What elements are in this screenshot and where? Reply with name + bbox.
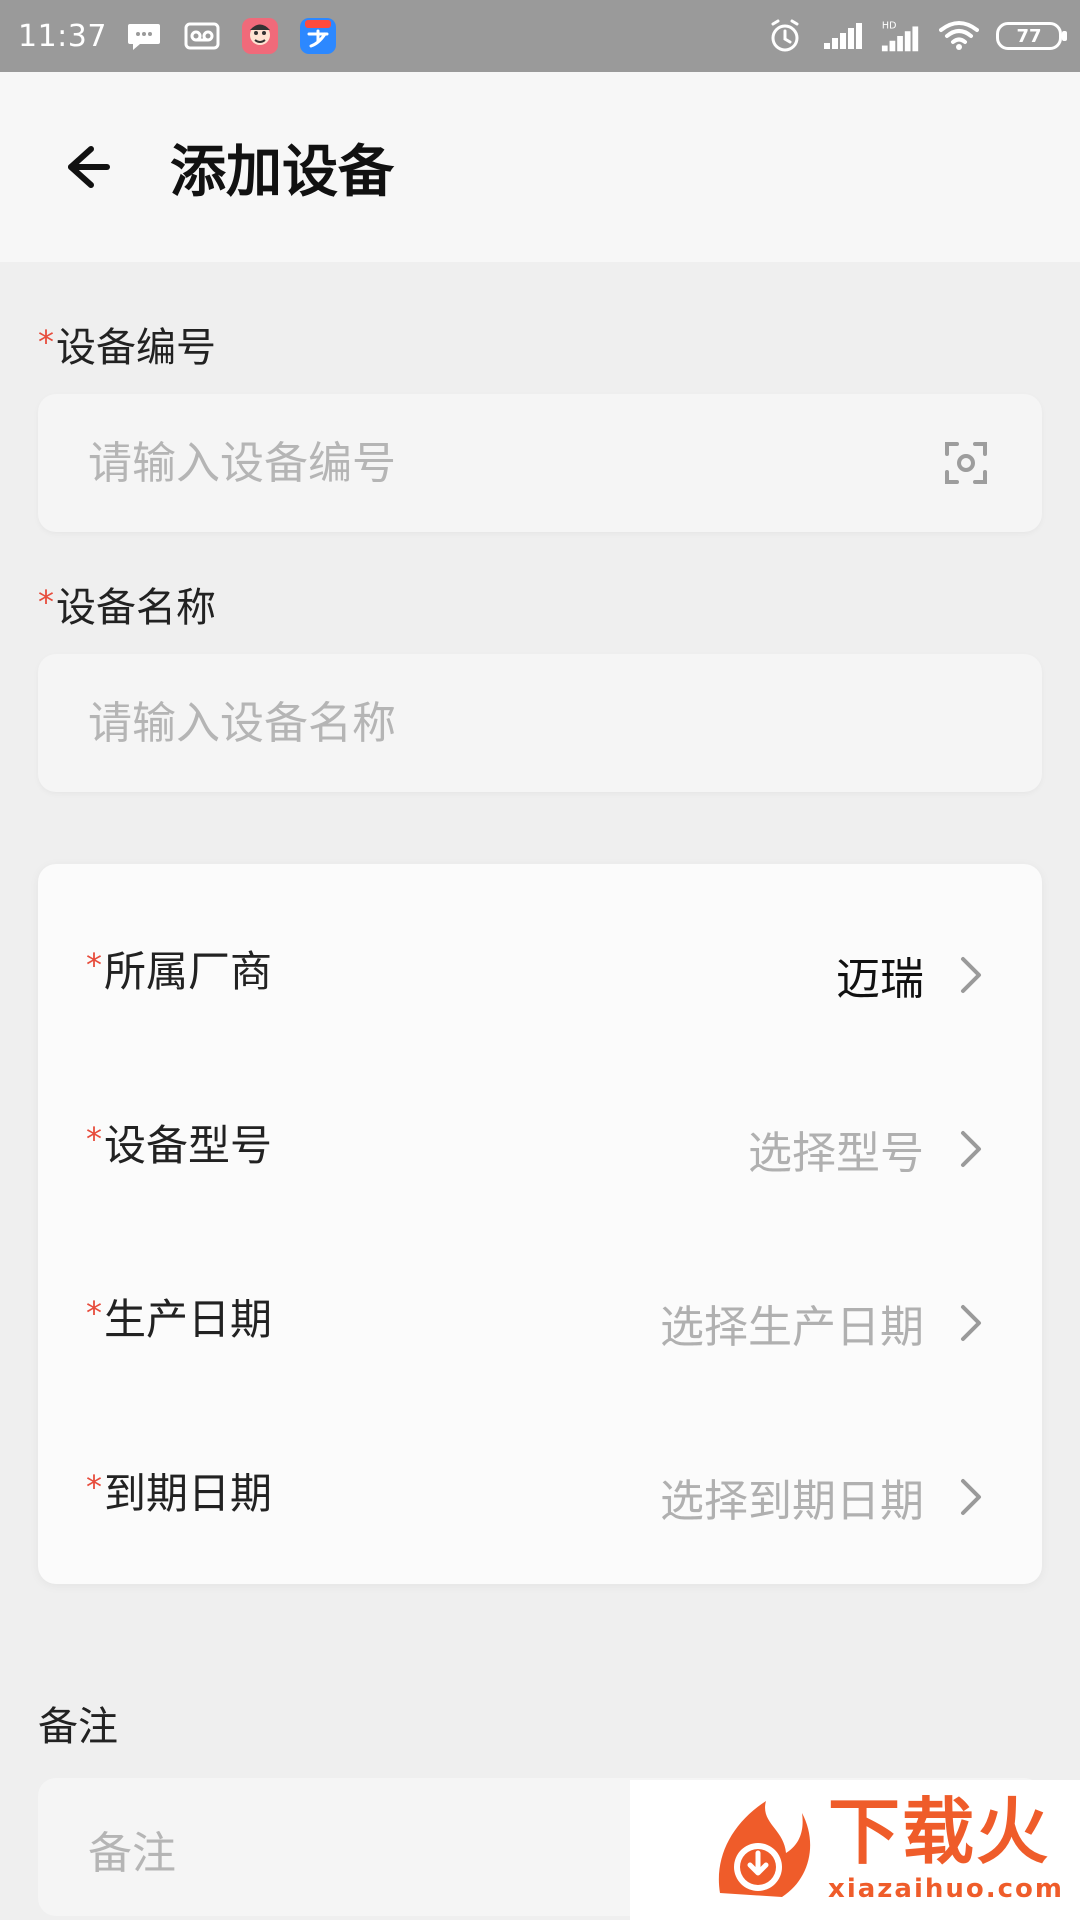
manufacturer-label: * 所属厂商	[86, 946, 273, 996]
flame-logo-icon	[718, 1801, 811, 1897]
alipay-icon	[297, 15, 339, 57]
expiry-date-label: * 到期日期	[86, 1468, 273, 1518]
chevron-right-icon	[958, 1128, 984, 1170]
manufacturer-value-group: 迈瑞	[836, 943, 984, 1007]
status-bar: 11:37 HD 77	[0, 0, 1080, 72]
model-row[interactable]: * 设备型号 选择型号	[86, 1062, 984, 1236]
required-mark: *	[86, 946, 102, 984]
chevron-right-icon	[958, 1302, 984, 1344]
device-number-input[interactable]	[86, 436, 910, 490]
status-right: HD 77	[764, 15, 1067, 57]
required-mark: *	[86, 1468, 102, 1506]
hd-signal-icon: HD	[880, 15, 922, 57]
required-mark: *	[38, 323, 54, 361]
device-number-label: * 设备编号	[38, 323, 1042, 371]
model-value: 选择型号	[748, 1128, 924, 1179]
model-label: * 设备型号	[86, 1120, 273, 1170]
app-avatar-icon	[239, 15, 281, 57]
production-date-label: * 生产日期	[86, 1294, 273, 1344]
expiry-date-label-text: 到期日期	[104, 1469, 273, 1518]
status-left: 11:37	[18, 15, 339, 57]
header: 添加设备	[0, 72, 1080, 262]
voicemail-icon	[181, 15, 223, 57]
form: * 设备编号 * 设备名称 * 所属厂商	[0, 262, 1080, 1920]
device-number-block: * 设备编号	[38, 323, 1042, 532]
required-mark: *	[86, 1294, 102, 1332]
manufacturer-row[interactable]: * 所属厂商 迈瑞	[86, 888, 984, 1062]
expiry-date-value-group: 选择到期日期	[660, 1465, 984, 1529]
production-date-label-text: 生产日期	[104, 1295, 273, 1344]
battery-icon: 77	[996, 22, 1067, 50]
expiry-date-row[interactable]: * 到期日期 选择到期日期	[86, 1410, 984, 1584]
device-number-label-text: 设备编号	[56, 325, 216, 371]
device-name-label: * 设备名称	[38, 583, 1042, 631]
watermark-cn: 下载火	[828, 1790, 1051, 1874]
chevron-right-icon	[958, 1476, 984, 1518]
manufacturer-value: 迈瑞	[836, 954, 924, 1005]
page-title: 添加设备	[170, 139, 394, 205]
message-icon	[123, 15, 165, 57]
required-mark: *	[86, 1120, 102, 1158]
model-label-text: 设备型号	[104, 1121, 273, 1170]
production-date-value-group: 选择生产日期	[660, 1291, 984, 1355]
expiry-date-value: 选择到期日期	[660, 1476, 924, 1527]
scan-icon	[945, 442, 987, 484]
signal-icon	[822, 15, 864, 57]
wifi-icon	[938, 15, 980, 57]
production-date-row[interactable]: * 生产日期 选择生产日期	[86, 1236, 984, 1410]
production-date-value: 选择生产日期	[660, 1302, 924, 1353]
back-button[interactable]	[50, 132, 120, 202]
back-arrow-icon	[68, 146, 110, 188]
watermark-text: 下载火 xiazaihuo.com	[828, 1796, 1064, 1904]
device-name-field[interactable]	[38, 654, 1042, 792]
device-name-block: * 设备名称	[38, 583, 1042, 792]
manufacturer-label-text: 所属厂商	[104, 947, 273, 996]
required-mark: *	[38, 583, 54, 621]
note-label: 备注	[38, 1704, 118, 1750]
model-value-group: 选择型号	[748, 1117, 984, 1181]
alarm-icon	[764, 15, 806, 57]
svg-text:HD: HD	[882, 20, 897, 31]
device-number-field[interactable]	[38, 394, 1042, 532]
scan-button[interactable]	[938, 435, 994, 491]
battery-level: 77	[1016, 25, 1042, 47]
status-time: 11:37	[18, 18, 107, 54]
device-name-input[interactable]	[86, 696, 910, 750]
device-details-card: * 所属厂商 迈瑞 * 设备型号 选择型号 * 生产日期 选择生产日期 * 到期…	[38, 864, 1042, 1584]
device-name-label-text: 设备名称	[56, 585, 216, 631]
watermark-url: xiazaihuo.com	[828, 1874, 1064, 1904]
watermark: 下载火 xiazaihuo.com	[630, 1780, 1080, 1920]
chevron-right-icon	[958, 954, 984, 996]
